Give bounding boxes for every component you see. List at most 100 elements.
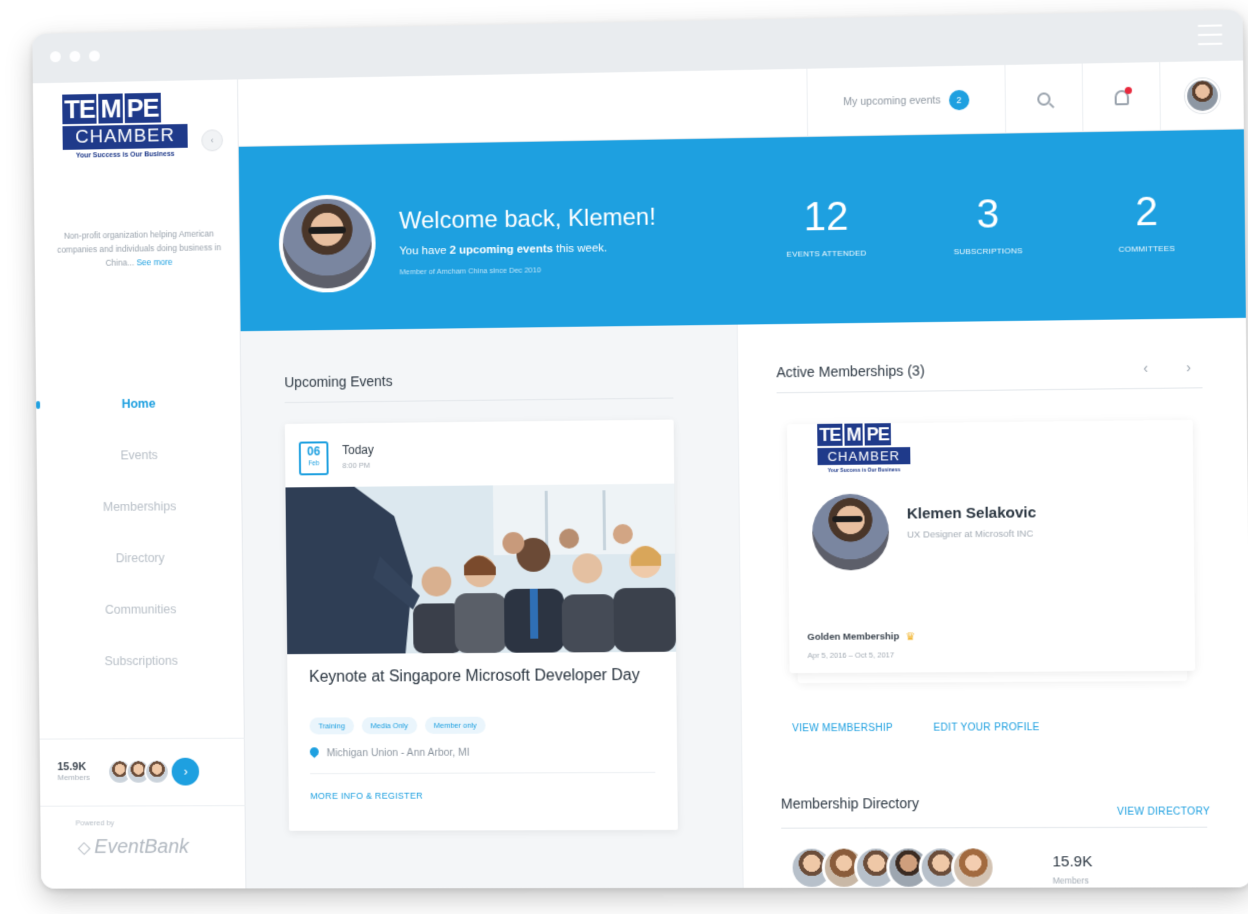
app-window: TE M PE CHAMBER Your Success is Our Busi… bbox=[32, 9, 1248, 889]
members-summary: 15.9K Members › bbox=[39, 737, 246, 804]
event-tag[interactable]: Training bbox=[309, 717, 354, 735]
window-maximize-dot[interactable] bbox=[89, 50, 100, 62]
search-button[interactable] bbox=[1004, 63, 1083, 134]
avatar bbox=[811, 493, 890, 571]
event-day: 06 bbox=[306, 444, 321, 459]
memberships-panel: Active Memberships (3) ‹ › TE M PE CHAMB… bbox=[736, 317, 1248, 889]
bell-icon bbox=[1114, 89, 1129, 105]
sidebar: TE M PE CHAMBER Your Success is Our Busi… bbox=[32, 79, 247, 889]
membership-directory-title: Membership Directory bbox=[780, 795, 920, 812]
stat-label: EVENTS ATTENDED bbox=[786, 248, 867, 259]
event-card[interactable]: 06 Feb Today 8:00 PM Keynote at Singapor… bbox=[284, 419, 678, 831]
stat-value: 12 bbox=[803, 194, 849, 240]
audience-illustration bbox=[285, 483, 677, 655]
welcome-banner: Welcome back, Klemen! You have 2 upcomin… bbox=[238, 129, 1246, 332]
tempe-chamber-logo[interactable]: TE M PE CHAMBER Your Success is Our Busi… bbox=[62, 90, 188, 160]
section-divider bbox=[781, 826, 1208, 829]
welcome-subtitle: You have 2 upcoming events this week. bbox=[399, 242, 608, 258]
chevron-left-icon[interactable]: ‹ bbox=[1143, 360, 1148, 376]
stat-value: 2 bbox=[1134, 189, 1159, 235]
member-name: Klemen Selakovic bbox=[906, 504, 1037, 523]
active-memberships-title: Active Memberships (3) bbox=[776, 362, 925, 381]
crown-icon: ♛ bbox=[905, 631, 916, 644]
member-since: Member of Amcham China since Dec 2010 bbox=[399, 265, 541, 277]
upcoming-events-panel: Upcoming Events 06 Feb Today 8:00 PM Key… bbox=[240, 324, 743, 889]
sidebar-item-events[interactable]: Events bbox=[36, 428, 242, 482]
my-upcoming-events-button[interactable]: My upcoming events 2 bbox=[806, 64, 1006, 137]
logo-letters: PE bbox=[864, 423, 892, 446]
avatar bbox=[144, 758, 171, 785]
sidebar-item-home[interactable]: Home bbox=[36, 377, 242, 431]
membership-org-logo: TE M PE CHAMBER Your Success is Our Busi… bbox=[817, 423, 911, 475]
notifications-button[interactable] bbox=[1081, 62, 1160, 133]
event-location-text: Michigan Union - Ann Arbor, MI bbox=[326, 746, 470, 760]
membership-type-text: Golden Membership bbox=[807, 631, 900, 643]
stat-events-attended[interactable]: 12 EVENTS ATTENDED bbox=[755, 194, 897, 259]
stat-value: 3 bbox=[976, 192, 1000, 237]
profile-avatar[interactable] bbox=[278, 194, 377, 294]
view-membership-link[interactable]: VIEW MEMBERSHIP bbox=[792, 723, 893, 735]
logo-tagline: Your Success is Our Business bbox=[75, 150, 175, 160]
stat-subscriptions[interactable]: 3 SUBSCRIPTIONS bbox=[917, 191, 1060, 257]
user-menu-button[interactable] bbox=[1159, 60, 1244, 131]
sidebar-collapse-button[interactable]: ‹ bbox=[201, 129, 224, 152]
logo-letters: M bbox=[844, 423, 863, 446]
event-tag[interactable]: Member only bbox=[424, 716, 486, 734]
sidebar-item-communities[interactable]: Communities bbox=[38, 583, 244, 636]
eventbank-diamond-icon: ◇ bbox=[77, 838, 91, 857]
stat-label: SUBSCRIPTIONS bbox=[953, 246, 1023, 257]
more-info-register-link[interactable]: MORE INFO & REGISTER bbox=[310, 791, 423, 801]
org-description: Non-profit organization helping American… bbox=[56, 226, 223, 270]
upcoming-count-text: 2 upcoming events bbox=[449, 243, 554, 257]
window-close-dot[interactable] bbox=[50, 51, 61, 63]
stage: TE M PE CHAMBER Your Success is Our Busi… bbox=[0, 0, 1248, 914]
welcome-title: Welcome back, Klemen! bbox=[398, 203, 656, 235]
search-icon bbox=[1037, 91, 1051, 106]
avatar bbox=[1184, 78, 1220, 114]
sidebar-item-subscriptions[interactable]: Subscriptions bbox=[39, 635, 245, 688]
members-next-button[interactable]: › bbox=[171, 757, 200, 786]
event-time: 8:00 PM bbox=[342, 460, 370, 470]
membership-dates: Apr 5, 2016 – Oct 5, 2017 bbox=[807, 650, 895, 660]
active-nav-marker bbox=[36, 401, 41, 409]
sidebar-item-directory[interactable]: Directory bbox=[37, 531, 243, 584]
event-date-badge: 06 Feb bbox=[298, 441, 329, 476]
logo-letters: PE bbox=[124, 92, 161, 124]
upcoming-events-title: Upcoming Events bbox=[284, 372, 393, 391]
membership-type: Golden Membership ♛ bbox=[807, 630, 915, 644]
event-photo[interactable] bbox=[285, 483, 677, 655]
logo-name: CHAMBER bbox=[62, 123, 188, 150]
eventbank-logo[interactable]: ◇ EventBank bbox=[78, 836, 189, 859]
my-upcoming-events-label: My upcoming events bbox=[843, 94, 941, 109]
members-label: Members bbox=[57, 772, 91, 782]
window-minimize-dot[interactable] bbox=[69, 50, 81, 62]
edit-profile-link[interactable]: EDIT YOUR PROFILE bbox=[933, 722, 1039, 734]
stat-committees[interactable]: 2 COMMITTEES bbox=[1075, 189, 1219, 255]
event-month: Feb bbox=[308, 460, 320, 468]
logo-tagline: Your Success is Our Business bbox=[827, 467, 901, 475]
event-when: Today bbox=[342, 442, 374, 458]
card-divider bbox=[310, 771, 656, 775]
members-count: 15.9K bbox=[57, 761, 87, 774]
eventbank-brand: EventBank bbox=[94, 835, 190, 858]
member-role: UX Designer at Microsoft INC bbox=[907, 528, 1034, 541]
logo-letters: TE bbox=[817, 423, 843, 447]
event-tags: Training Media Only Member only bbox=[309, 716, 486, 735]
section-divider bbox=[284, 397, 674, 404]
event-tag[interactable]: Media Only bbox=[361, 717, 418, 735]
upcoming-events-badge: 2 bbox=[948, 89, 970, 111]
chevron-right-icon[interactable]: › bbox=[1186, 359, 1191, 375]
sidebar-item-memberships[interactable]: Memberships bbox=[37, 480, 243, 533]
see-more-link[interactable]: See more bbox=[136, 257, 172, 267]
section-divider bbox=[776, 387, 1203, 394]
directory-members-count: 15.9K bbox=[1052, 853, 1093, 871]
logo-letters: TE bbox=[62, 93, 97, 125]
view-directory-link[interactable]: VIEW DIRECTORY bbox=[1117, 806, 1210, 817]
directory-avatar-stack[interactable] bbox=[789, 845, 996, 889]
stat-label: COMMITTEES bbox=[1118, 243, 1176, 254]
logo-name: CHAMBER bbox=[817, 447, 911, 466]
members-avatar-stack bbox=[107, 758, 171, 785]
event-title[interactable]: Keynote at Singapore Microsoft Developer… bbox=[309, 664, 646, 690]
hamburger-menu-icon[interactable] bbox=[1197, 24, 1223, 46]
membership-card[interactable]: TE M PE CHAMBER Your Success is Our Busi… bbox=[786, 419, 1196, 674]
